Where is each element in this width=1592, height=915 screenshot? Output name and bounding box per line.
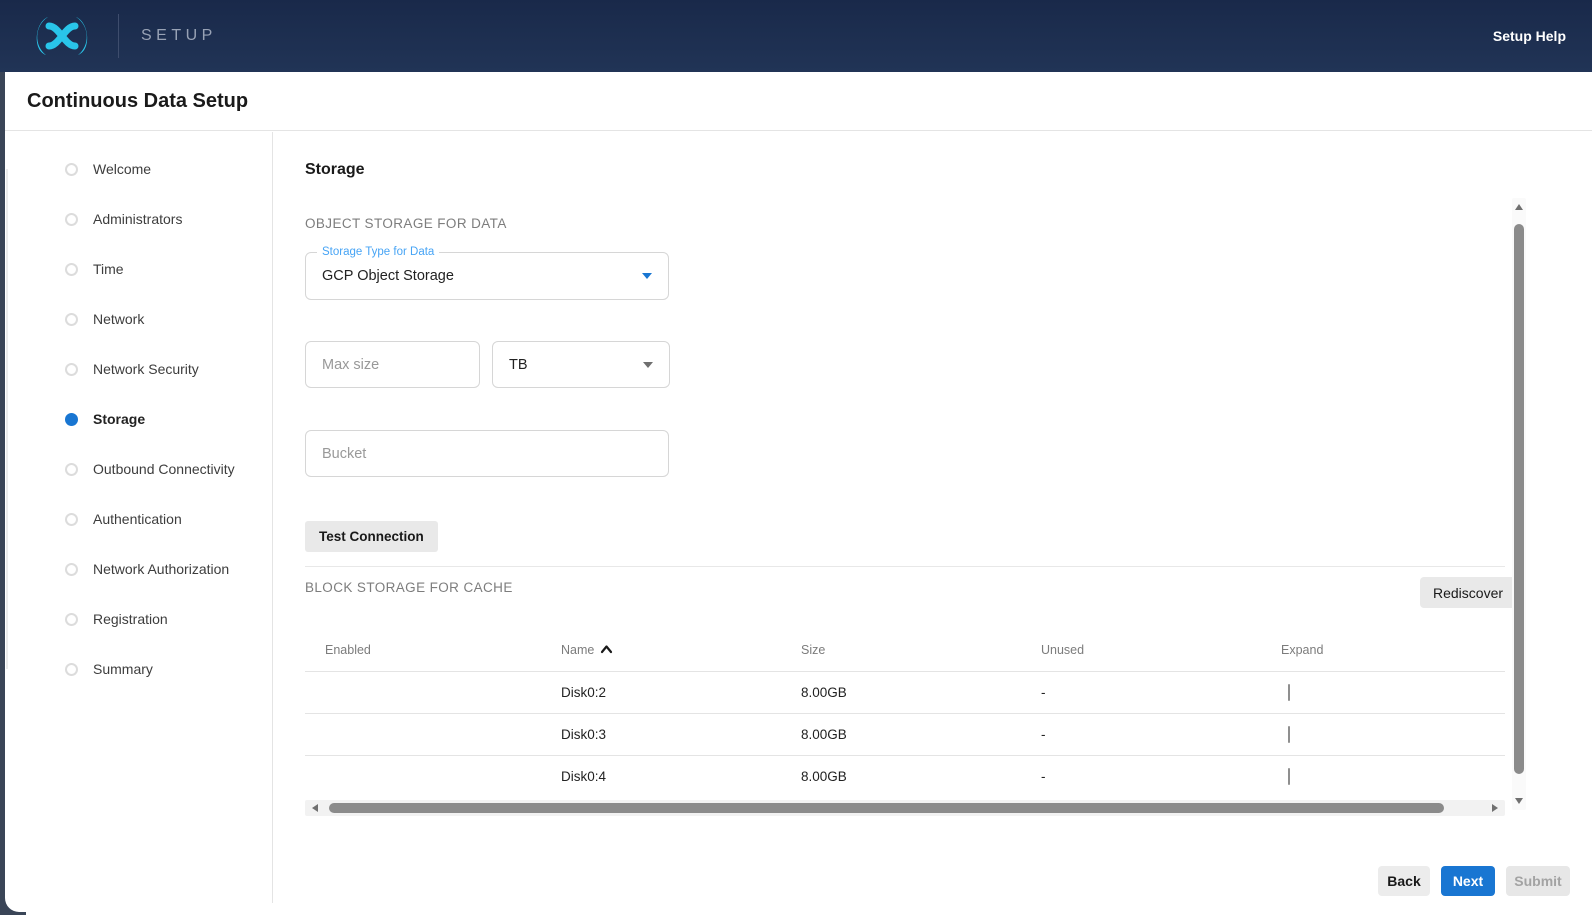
wizard-step-summary[interactable]: Summary <box>65 644 265 694</box>
wizard-step-network-authorization[interactable]: Network Authorization <box>65 544 265 594</box>
sidebar-divider <box>272 132 273 903</box>
scroll-right-icon[interactable] <box>1492 804 1498 812</box>
step-circle-icon <box>65 163 78 176</box>
wizard-step-network-security[interactable]: Network Security <box>65 344 265 394</box>
bucket-field-wrap <box>305 430 669 477</box>
wizard-step-network[interactable]: Network <box>65 294 265 344</box>
storage-type-value: GCP Object Storage <box>322 268 642 284</box>
column-header-expand[interactable]: Expand <box>1281 643 1505 657</box>
step-circle-icon <box>65 213 78 226</box>
wizard-step-storage[interactable]: Storage <box>65 394 265 444</box>
size-unit-select[interactable]: TB <box>492 341 670 388</box>
chevron-down-icon <box>643 362 653 368</box>
sort-ascending-icon <box>600 643 613 656</box>
step-label: Administrators <box>93 211 182 227</box>
disk-unused-cell: - <box>1041 685 1281 700</box>
disk-name-cell: Disk0:3 <box>561 727 801 742</box>
step-label: Network <box>93 311 144 327</box>
disk-name-cell: Disk0:2 <box>561 685 801 700</box>
scroll-up-icon[interactable] <box>1515 204 1523 210</box>
step-label: Time <box>93 261 124 277</box>
step-circle-icon <box>65 663 78 676</box>
block-storage-section-title: BLOCK STORAGE FOR CACHE <box>305 580 513 595</box>
step-label: Welcome <box>93 161 151 177</box>
window-frame-left <box>0 72 5 915</box>
rediscover-button[interactable]: Rediscover <box>1420 577 1516 608</box>
step-circle-icon <box>65 613 78 626</box>
section-heading-storage: Storage <box>305 161 365 179</box>
table-row: Disk0:2 8.00GB - <box>305 671 1505 713</box>
disk-unused-cell: - <box>1041 727 1281 742</box>
table-header-row: Enabled Name Size Unused Expand <box>305 628 1505 671</box>
step-circle-icon <box>65 463 78 476</box>
next-button[interactable]: Next <box>1441 866 1495 896</box>
column-header-enabled[interactable]: Enabled <box>325 643 561 657</box>
submit-button: Submit <box>1506 866 1570 896</box>
vertical-scrollbar-thumb[interactable] <box>1514 224 1524 774</box>
object-storage-section-title: OBJECT STORAGE FOR DATA <box>305 216 507 231</box>
step-label: Storage <box>93 411 145 427</box>
disk-size-cell: 8.00GB <box>801 685 1041 700</box>
page-title: Continuous Data Setup <box>27 90 248 113</box>
step-circle-icon <box>65 263 78 276</box>
step-label: Summary <box>93 661 153 677</box>
setup-app-window: SETUP Setup Help Continuous Data Setup W… <box>0 0 1592 915</box>
scroll-left-icon[interactable] <box>312 804 318 812</box>
step-circle-icon <box>65 563 78 576</box>
expand-checkbox-unchecked[interactable] <box>1288 768 1290 785</box>
step-label: Registration <box>93 611 168 627</box>
block-storage-table: Enabled Name Size Unused Expand Disk0:2 … <box>305 628 1505 797</box>
stepper-connector-line <box>6 169 8 669</box>
max-size-field-wrap <box>305 341 480 388</box>
scroll-down-icon[interactable] <box>1515 798 1523 804</box>
wizard-footer: Back Next Submit <box>1378 866 1570 896</box>
bucket-input[interactable] <box>306 431 668 476</box>
column-header-name[interactable]: Name <box>561 643 801 657</box>
step-label: Outbound Connectivity <box>93 461 235 477</box>
titlebar: Continuous Data Setup <box>5 72 1592 131</box>
product-name: SETUP <box>141 27 217 45</box>
disk-size-cell: 8.00GB <box>801 769 1041 784</box>
app-header: SETUP Setup Help <box>0 0 1592 72</box>
size-unit-value: TB <box>509 357 643 373</box>
step-circle-icon <box>65 513 78 526</box>
delphix-logo-icon <box>26 12 98 60</box>
storage-type-select[interactable]: Storage Type for Data GCP Object Storage <box>305 252 669 300</box>
back-button[interactable]: Back <box>1378 866 1430 896</box>
horizontal-scrollbar-thumb[interactable] <box>329 803 1444 813</box>
setup-help-link[interactable]: Setup Help <box>1493 28 1566 44</box>
header-divider <box>118 14 119 58</box>
step-circle-icon <box>65 363 78 376</box>
expand-checkbox-unchecked[interactable] <box>1288 726 1290 743</box>
wizard-step-welcome[interactable]: Welcome <box>65 144 265 194</box>
step-circle-active-icon <box>65 413 78 426</box>
storage-type-label: Storage Type for Data <box>317 246 439 258</box>
horizontal-scrollbar[interactable] <box>305 800 1505 816</box>
column-header-unused[interactable]: Unused <box>1041 643 1281 657</box>
disk-name-cell: Disk0:4 <box>561 769 801 784</box>
step-label: Authentication <box>93 511 182 527</box>
step-circle-icon <box>65 313 78 326</box>
chevron-down-icon <box>642 273 652 279</box>
wizard-stepper: Welcome Administrators Time Network Netw… <box>65 144 265 694</box>
table-row: Disk0:4 8.00GB - <box>305 755 1505 797</box>
disk-unused-cell: - <box>1041 769 1281 784</box>
table-row: Disk0:3 8.00GB - <box>305 713 1505 755</box>
disk-size-cell: 8.00GB <box>801 727 1041 742</box>
wizard-step-authentication[interactable]: Authentication <box>65 494 265 544</box>
section-divider <box>305 566 1505 567</box>
step-label: Network Security <box>93 361 199 377</box>
wizard-step-outbound-connectivity[interactable]: Outbound Connectivity <box>65 444 265 494</box>
wizard-step-registration[interactable]: Registration <box>65 594 265 644</box>
wizard-step-administrators[interactable]: Administrators <box>65 194 265 244</box>
max-size-input[interactable] <box>306 342 479 387</box>
step-label: Network Authorization <box>93 561 229 577</box>
column-header-size[interactable]: Size <box>801 643 1041 657</box>
vertical-scrollbar[interactable] <box>1512 198 1526 810</box>
test-connection-button[interactable]: Test Connection <box>305 521 438 552</box>
expand-checkbox-unchecked[interactable] <box>1288 684 1290 701</box>
column-header-name-label: Name <box>561 643 594 657</box>
wizard-step-time[interactable]: Time <box>65 244 265 294</box>
window-frame-corner-mask <box>5 886 31 912</box>
